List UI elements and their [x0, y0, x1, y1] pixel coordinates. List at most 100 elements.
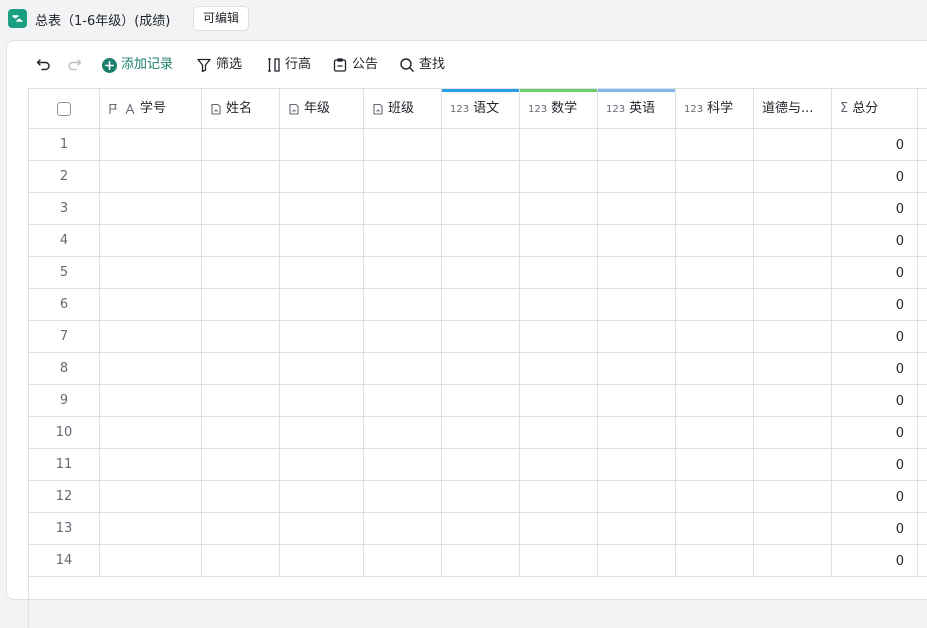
- cell-yingyu[interactable]: [598, 321, 676, 353]
- row-number[interactable]: 14: [29, 545, 100, 577]
- cell-yuwen[interactable]: [442, 417, 520, 449]
- cell-banji[interactable]: [364, 289, 442, 321]
- cell-kexue[interactable]: [676, 225, 754, 257]
- cell-xingming[interactable]: [202, 193, 280, 225]
- row-number[interactable]: 2: [29, 161, 100, 193]
- cell-nianji[interactable]: [280, 481, 364, 513]
- cell-nianji[interactable]: [280, 161, 364, 193]
- cell-yuwen[interactable]: [442, 321, 520, 353]
- cell-daode[interactable]: [754, 225, 832, 257]
- total-score-cell[interactable]: 0: [832, 481, 918, 513]
- column-header-nianji[interactable]: 年级: [280, 89, 364, 129]
- column-header-kexue[interactable]: 123 科学: [676, 89, 754, 129]
- column-header-xuehao[interactable]: 学号: [100, 89, 202, 129]
- column-header-select[interactable]: [29, 89, 100, 129]
- cell-nianji[interactable]: [280, 193, 364, 225]
- cell-shuxue[interactable]: [520, 385, 598, 417]
- cell-daode[interactable]: [754, 257, 832, 289]
- cell-kexue[interactable]: [676, 321, 754, 353]
- cell-xingming[interactable]: [202, 513, 280, 545]
- cell-banji[interactable]: [364, 481, 442, 513]
- table-row[interactable]: 30: [29, 193, 927, 225]
- row-number[interactable]: 8: [29, 353, 100, 385]
- table-row[interactable]: 12 0: [29, 481, 927, 513]
- cell-shuxue[interactable]: [520, 257, 598, 289]
- row-number[interactable]: 5: [29, 257, 100, 289]
- total-score-cell[interactable]: 0: [832, 545, 918, 577]
- cell-yingyu[interactable]: [598, 513, 676, 545]
- cell-banji[interactable]: [364, 321, 442, 353]
- column-header-zongfen[interactable]: Σ 总分: [832, 89, 918, 129]
- cell-yingyu[interactable]: [598, 417, 676, 449]
- cell-kexue[interactable]: [676, 385, 754, 417]
- cell-xuehao[interactable]: [100, 545, 202, 577]
- column-header-yuwen[interactable]: 123 语文: [442, 89, 520, 129]
- cell-shuxue[interactable]: [520, 193, 598, 225]
- table-row[interactable]: 14 0: [29, 545, 927, 577]
- cell-xuehao[interactable]: [100, 257, 202, 289]
- cell-nianji[interactable]: [280, 545, 364, 577]
- cell-shuxue[interactable]: [520, 321, 598, 353]
- cell-yingyu[interactable]: [598, 161, 676, 193]
- cell-yuwen[interactable]: [442, 385, 520, 417]
- cell-xuehao[interactable]: [100, 353, 202, 385]
- total-score-cell[interactable]: 0: [832, 225, 918, 257]
- cell-xuehao[interactable]: [100, 289, 202, 321]
- column-header-xingming[interactable]: 姓名: [202, 89, 280, 129]
- cell-banji[interactable]: [364, 513, 442, 545]
- cell-xingming[interactable]: [202, 353, 280, 385]
- add-record-button[interactable]: 添加记录: [101, 54, 173, 76]
- row-number[interactable]: 13: [29, 513, 100, 545]
- cell-yuwen[interactable]: [442, 513, 520, 545]
- total-score-cell[interactable]: 0: [832, 129, 918, 161]
- total-score-cell[interactable]: 0: [832, 353, 918, 385]
- cell-xingming[interactable]: [202, 289, 280, 321]
- cell-daode[interactable]: [754, 161, 832, 193]
- cell-yingyu[interactable]: [598, 193, 676, 225]
- cell-banji[interactable]: [364, 129, 442, 161]
- cell-kexue[interactable]: [676, 289, 754, 321]
- filter-button[interactable]: 筛选: [196, 54, 242, 76]
- cell-yuwen[interactable]: [442, 289, 520, 321]
- cell-xingming[interactable]: [202, 225, 280, 257]
- cell-yingyu[interactable]: [598, 545, 676, 577]
- cell-xingming[interactable]: [202, 417, 280, 449]
- cell-daode[interactable]: [754, 449, 832, 481]
- cell-kexue[interactable]: [676, 353, 754, 385]
- cell-yingyu[interactable]: [598, 449, 676, 481]
- cell-daode[interactable]: [754, 289, 832, 321]
- cell-yuwen[interactable]: [442, 257, 520, 289]
- cell-xuehao[interactable]: [100, 449, 202, 481]
- cell-banji[interactable]: [364, 193, 442, 225]
- row-number[interactable]: 10: [29, 417, 100, 449]
- cell-yuwen[interactable]: [442, 353, 520, 385]
- total-score-cell[interactable]: 0: [832, 449, 918, 481]
- cell-nianji[interactable]: [280, 321, 364, 353]
- cell-kexue[interactable]: [676, 129, 754, 161]
- cell-kexue[interactable]: [676, 417, 754, 449]
- row-number[interactable]: 9: [29, 385, 100, 417]
- table-row[interactable]: 60: [29, 289, 927, 321]
- cell-banji[interactable]: [364, 353, 442, 385]
- row-number[interactable]: 6: [29, 289, 100, 321]
- table-row[interactable]: 20: [29, 161, 927, 193]
- select-all-checkbox[interactable]: [57, 102, 71, 116]
- cell-xingming[interactable]: [202, 257, 280, 289]
- cell-yuwen[interactable]: [442, 129, 520, 161]
- row-number[interactable]: 4: [29, 225, 100, 257]
- total-score-cell[interactable]: 0: [832, 321, 918, 353]
- table-row[interactable]: 40: [29, 225, 927, 257]
- cell-yuwen[interactable]: [442, 193, 520, 225]
- redo-icon[interactable]: [65, 55, 83, 73]
- cell-banji[interactable]: [364, 417, 442, 449]
- cell-banji[interactable]: [364, 385, 442, 417]
- editable-badge[interactable]: 可编辑: [193, 6, 250, 31]
- announcement-button[interactable]: 公告: [332, 54, 378, 76]
- cell-xuehao[interactable]: [100, 417, 202, 449]
- cell-yuwen[interactable]: [442, 449, 520, 481]
- cell-xingming[interactable]: [202, 385, 280, 417]
- cell-daode[interactable]: [754, 385, 832, 417]
- cell-xuehao[interactable]: [100, 193, 202, 225]
- row-number[interactable]: 11: [29, 449, 100, 481]
- cell-nianji[interactable]: [280, 353, 364, 385]
